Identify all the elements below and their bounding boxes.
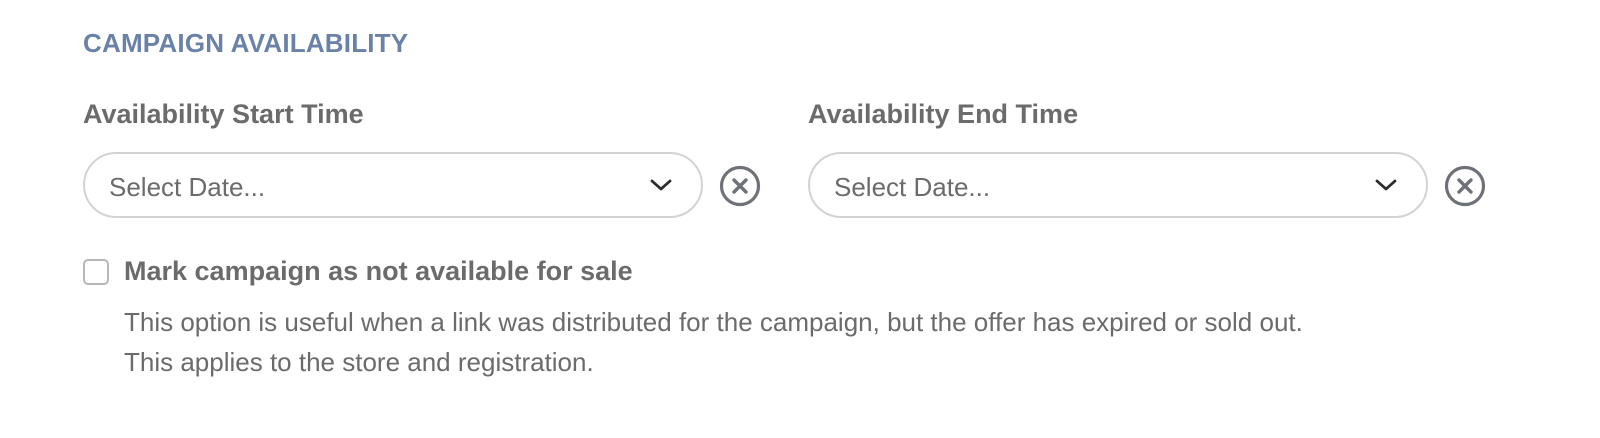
not-available-help-line-2: This applies to the store and registrati… [124, 347, 594, 377]
end-time-clear-icon[interactable] [1444, 165, 1486, 207]
start-time-select[interactable]: Select Date... [83, 152, 703, 218]
not-available-help-line-1: This option is useful when a link was di… [124, 307, 1303, 337]
section-title: CAMPAIGN AVAILABILITY [83, 28, 409, 58]
chevron-down-icon [650, 179, 672, 191]
start-time-placeholder: Select Date... [109, 172, 266, 202]
end-time-placeholder: Select Date... [834, 172, 991, 202]
start-time-label: Availability Start Time [83, 99, 364, 129]
not-available-checkbox[interactable] [83, 259, 109, 285]
chevron-down-icon [1375, 179, 1397, 191]
end-time-select[interactable]: Select Date... [808, 152, 1428, 218]
start-time-clear-icon[interactable] [719, 165, 761, 207]
end-time-label: Availability End Time [808, 99, 1079, 129]
not-available-label[interactable]: Mark campaign as not available for sale [124, 256, 633, 287]
